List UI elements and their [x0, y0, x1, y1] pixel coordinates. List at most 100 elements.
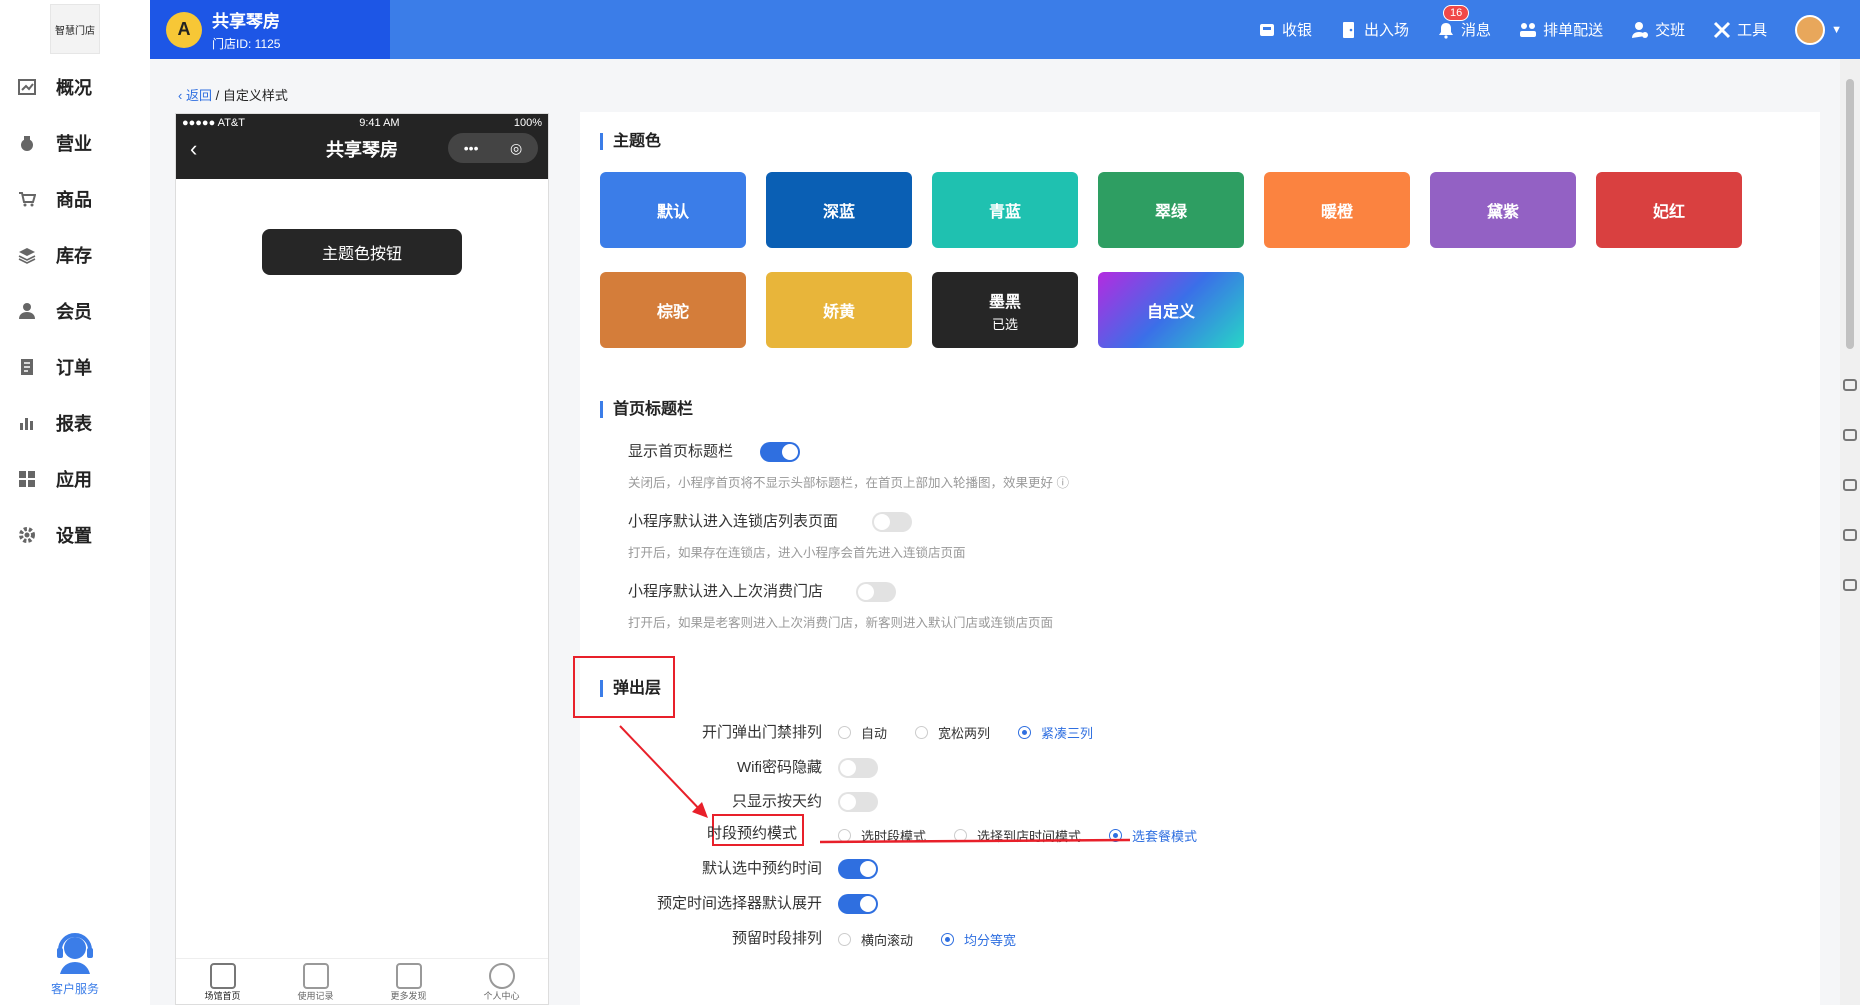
user-menu[interactable]: ▼: [1795, 14, 1842, 45]
customer-service-label: 客户服务: [50, 982, 99, 996]
nav-shift[interactable]: 交班: [1631, 19, 1685, 40]
nav-entry-label: 出入场: [1364, 22, 1410, 39]
breadcrumb-separator: /: [215, 88, 220, 103]
sidebar-item-business[interactable]: 营业: [0, 115, 150, 171]
sidebar-item-overview[interactable]: 概况: [0, 59, 150, 115]
home-icon: [209, 963, 236, 989]
cart-icon: [18, 190, 37, 208]
carrier: ●●●●● AT&T: [182, 117, 245, 129]
back-arrow-icon[interactable]: ‹: [190, 136, 197, 162]
records-icon: [302, 963, 329, 989]
radio-dot: [838, 933, 851, 946]
radio-dot: [941, 933, 955, 946]
tab-label: 使用记录: [297, 991, 334, 1001]
tab-label: 场馆首页: [204, 991, 241, 1001]
nav-messages[interactable]: 16 消息: [1437, 4, 1491, 40]
swatch-brown[interactable]: 棕驼: [600, 272, 746, 348]
section-title-theme: 主题色: [600, 133, 661, 150]
sidebar-item-label: 营业: [56, 134, 92, 154]
main-content: ‹ 返回 / 自定义样式 ●●●●● AT&T 9:41 AM 100% ‹ 共…: [150, 59, 1840, 1005]
hint-show-homebar: 关闭后，小程序首页将不显示头部标题栏，在首页上部加入轮播图，效果更好 ⓘ: [628, 472, 1069, 491]
tools-icon: [1713, 21, 1731, 39]
store-avatar: A: [166, 11, 202, 48]
phone-status-bar: ●●●●● AT&T 9:41 AM 100%: [176, 114, 548, 129]
close-icon[interactable]: ◎: [510, 140, 522, 157]
sidebar-item-products[interactable]: 商品: [0, 171, 150, 227]
sidebar-item-inventory[interactable]: 库存: [0, 227, 150, 283]
swatch-green[interactable]: 翠绿: [1098, 172, 1244, 248]
users-icon[interactable]: [1843, 479, 1857, 491]
layers-icon[interactable]: [1843, 379, 1857, 391]
sidebar-item-label: 商品: [56, 190, 92, 210]
breadcrumb: ‹ 返回 / 自定义样式: [178, 85, 288, 104]
toggle-default-time[interactable]: [838, 859, 878, 879]
sidebar-item-settings[interactable]: 设置: [0, 507, 150, 563]
logo[interactable]: 智慧门店: [50, 4, 100, 54]
sidebar-item-label: 报表: [56, 414, 92, 434]
sidebar-item-members[interactable]: 会员: [0, 283, 150, 339]
theme-color-button[interactable]: 主题色按钮: [262, 229, 462, 275]
store-switcher[interactable]: A 共享琴房 门店ID: 1125: [150, 0, 390, 59]
store-name: 共享琴房: [212, 12, 280, 31]
phone-time: 9:41 AM: [359, 117, 400, 129]
calendar-icon[interactable]: [1843, 579, 1857, 591]
sidebar-item-label: 设置: [56, 526, 92, 546]
nav-entry[interactable]: 出入场: [1340, 19, 1409, 40]
swatch-black[interactable]: 墨黑 已选: [932, 272, 1078, 348]
scrollbar[interactable]: [1840, 59, 1860, 1005]
row-label-default-time: 默认选中预约时间: [701, 860, 822, 877]
annotation-arrow: [619, 725, 1131, 844]
sidebar: 概况 营业 商品 库存 会员 订单 报表 应用 设置 客户服务: [0, 59, 150, 1005]
nav-delivery[interactable]: 排单配送: [1519, 19, 1603, 40]
swatch-label: 妃红: [1652, 204, 1685, 221]
info-icon[interactable]: ⓘ: [1057, 476, 1070, 490]
row-label-show-homebar: 显示首页标题栏: [628, 443, 734, 460]
tab-home[interactable]: 场馆首页: [188, 963, 258, 1002]
back-link[interactable]: ‹ 返回: [178, 88, 212, 103]
tab-profile[interactable]: 个人中心: [467, 963, 537, 1002]
money-bag-icon: [18, 134, 36, 152]
swatch-label: 自定义: [1146, 304, 1195, 321]
sidebar-item-reports[interactable]: 报表: [0, 395, 150, 451]
toggle-chain-list[interactable]: [872, 512, 912, 532]
mini-program-capsule[interactable]: ••• ◎: [448, 133, 538, 163]
swatch-red[interactable]: 妃红: [1596, 172, 1742, 248]
swatch-orange[interactable]: 暖橙: [1264, 172, 1410, 248]
stack-icon[interactable]: [1843, 529, 1857, 541]
gear-icon: [18, 526, 36, 544]
hint-text: 关闭后，小程序首页将不显示头部标题栏，在首页上部加入轮播图，效果更好: [628, 476, 1054, 490]
swatch-custom[interactable]: 自定义: [1098, 272, 1244, 348]
bar-chart-icon: [18, 414, 36, 432]
nav-tools-label: 工具: [1737, 22, 1768, 39]
swatch-deep-blue[interactable]: 深蓝: [766, 172, 912, 248]
nav-cashier-label: 收银: [1282, 22, 1313, 39]
swatch-cyan[interactable]: 青蓝: [932, 172, 1078, 248]
nav-tools[interactable]: 工具: [1713, 19, 1767, 40]
swatch-default[interactable]: 默认: [600, 172, 746, 248]
swatch-label: 翠绿: [1154, 204, 1187, 221]
more-icon[interactable]: •••: [464, 140, 479, 156]
swatch-yellow[interactable]: 娇黄: [766, 272, 912, 348]
logo-area: 智慧门店: [0, 0, 150, 59]
sidebar-item-label: 应用: [56, 470, 92, 490]
customer-service[interactable]: 客户服务: [0, 930, 150, 997]
tab-discover[interactable]: 更多发现: [374, 963, 444, 1002]
nav-cashier[interactable]: 收银: [1258, 19, 1312, 40]
swatch-label: 青蓝: [988, 204, 1021, 221]
sidebar-item-apps[interactable]: 应用: [0, 451, 150, 507]
toggle-show-homebar[interactable]: [760, 442, 800, 462]
sidebar-item-orders[interactable]: 订单: [0, 339, 150, 395]
radio-horizontal-scroll[interactable]: 横向滚动: [838, 930, 913, 949]
tab-records[interactable]: 使用记录: [281, 963, 351, 1002]
radio-equal-width[interactable]: 均分等宽: [941, 930, 1016, 949]
sidebar-item-label: 库存: [56, 246, 92, 266]
cloud-icon[interactable]: [1843, 429, 1857, 441]
swatch-purple[interactable]: 黛紫: [1430, 172, 1576, 248]
scrollbar-thumb[interactable]: [1846, 79, 1854, 349]
row-label-reserved-layout: 预留时段排列: [731, 930, 822, 947]
top-header: 智慧门店 A 共享琴房 门店ID: 1125 收银 出入场 16 消息 排单配送…: [0, 0, 1860, 59]
toggle-picker-expand[interactable]: [838, 894, 878, 914]
phone-nav-bar: ‹ 共享琴房 ••• ◎: [176, 129, 548, 169]
toggle-last-store[interactable]: [856, 582, 896, 602]
phone-preview: ●●●●● AT&T 9:41 AM 100% ‹ 共享琴房 ••• ◎ 主题色…: [175, 113, 549, 1005]
